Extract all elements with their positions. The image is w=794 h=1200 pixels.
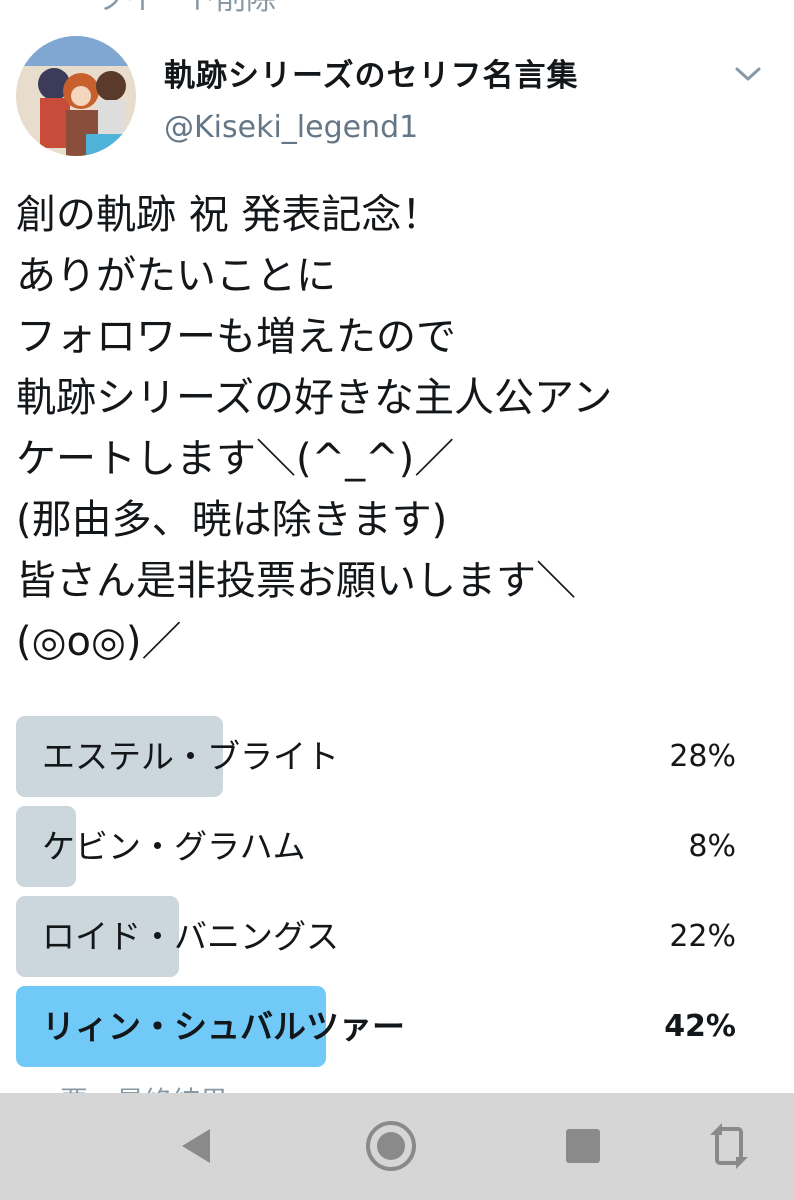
poll-option-label: エステル・ブライト (42, 737, 339, 776)
poll-option-label: ロイド・バニングス (42, 917, 339, 956)
rotate-screen-icon[interactable] (702, 1119, 756, 1173)
poll-option-percent: 42% (664, 1009, 736, 1044)
tweet-text: 創の軌跡 祝 発表記念！ ありがたいことに フォロワーも増えたので 軌跡シリーズ… (16, 192, 613, 665)
android-nav-bar (0, 1093, 794, 1200)
partial-top-text: ツイート削除 (96, 0, 276, 18)
avatar[interactable] (16, 36, 136, 156)
poll-option-percent: 28% (669, 739, 736, 774)
poll-option-percent: 8% (688, 829, 736, 864)
poll-option[interactable]: ロイド・バニングス 22% (16, 896, 736, 977)
avatar-image (16, 36, 136, 156)
user-handle[interactable]: @Kiseki_legend1 (164, 110, 418, 145)
home-circle-icon[interactable] (364, 1119, 418, 1173)
poll-option[interactable]: ケビン・グラハム 8% (16, 806, 736, 887)
poll-option[interactable]: エステル・ブライト 28% (16, 716, 736, 797)
poll-option-percent: 22% (669, 919, 736, 954)
poll-option-label: ケビン・グラハム (42, 827, 306, 866)
display-name[interactable]: 軌跡シリーズのセリフ名言集 (164, 50, 578, 95)
chevron-down-icon[interactable] (728, 54, 768, 94)
poll: エステル・ブライト 28% ケビン・グラハム 8% ロイド・バニングス 22% … (16, 716, 736, 1076)
back-triangle-icon[interactable] (170, 1119, 224, 1173)
tweet-header: 軌跡シリーズのセリフ名言集 @Kiseki_legend1 (16, 36, 778, 156)
poll-option-label: リィン・シュバルツァー (42, 1007, 405, 1046)
recents-square-icon[interactable] (556, 1119, 610, 1173)
poll-option[interactable]: リィン・シュバルツァー 42% (16, 986, 736, 1067)
